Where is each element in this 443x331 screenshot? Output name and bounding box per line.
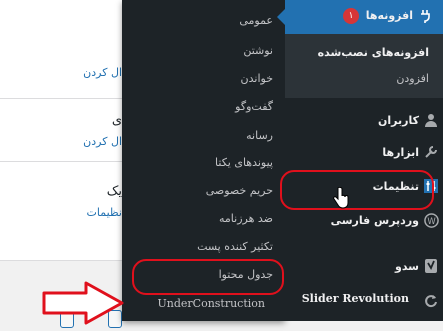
yoast-icon xyxy=(423,258,439,274)
sidebar-item-plugins[interactable]: ۱ افزونه‌ها xyxy=(277,0,443,34)
plugin-card-3: یک نظیمات xyxy=(0,162,128,261)
card-title: ی xyxy=(111,113,122,128)
arrow-icon xyxy=(42,281,124,325)
card-action-link[interactable]: ال کردن xyxy=(83,135,122,148)
hand-cursor-icon xyxy=(333,187,349,209)
flyout-item-discussion[interactable]: گفت‌وگو xyxy=(235,100,273,113)
flyout-item-table-of-contents[interactable]: جدول محتوا xyxy=(219,268,273,281)
wp-icon: W xyxy=(423,212,439,228)
submenu-item-installed-plugins[interactable]: افزونه‌های نصب‌شده xyxy=(318,46,429,59)
admin-sidebar: ۱ افزونه‌ها افزونه‌های نصب‌شده افزودن کا… xyxy=(277,0,443,321)
flyout-item-media[interactable]: رسانه xyxy=(246,129,273,142)
flyout-item-writing[interactable]: نوشتن xyxy=(243,44,273,57)
flyout-item-antispam[interactable]: ضد هرزنامه xyxy=(219,212,273,225)
sidebar-item-tools[interactable]: ابزارها xyxy=(382,146,419,159)
wrench-icon xyxy=(423,144,439,160)
card-action-link[interactable]: نظیمات xyxy=(87,206,122,219)
flyout-item-reading[interactable]: خواندن xyxy=(241,72,273,85)
sidebar-item-label: افزونه‌ها xyxy=(365,9,413,22)
plugins-submenu: افزونه‌های نصب‌شده افزودن xyxy=(285,34,443,98)
sidebar-item-persian-wp[interactable]: وردپرس فارسی xyxy=(331,214,419,227)
submenu-item-add-new[interactable]: افزودن xyxy=(396,72,429,85)
flyout-item-general[interactable]: عمومی xyxy=(239,14,273,27)
svg-text:W: W xyxy=(427,215,436,225)
flyout-item-post-duplicator[interactable]: تکثیر کننده پست xyxy=(197,240,273,253)
card-action-link[interactable]: ال کردن xyxy=(83,66,122,79)
flyout-item-privacy[interactable]: حریم خصوصی xyxy=(206,184,273,197)
flyout-item-underconstruction[interactable]: UnderConstruction xyxy=(157,297,265,310)
user-icon xyxy=(423,112,439,128)
update-count-badge: ۱ xyxy=(343,8,359,24)
card-title: یک xyxy=(106,184,122,199)
plugin-card-1: ال کردن xyxy=(0,0,128,99)
plug-icon xyxy=(419,8,435,24)
sidebar-item-users[interactable]: کاربران xyxy=(378,114,419,127)
settings-flyout-menu: عمومی نوشتن خواندن گفت‌وگو رسانه پیوندها… xyxy=(122,0,285,321)
refresh-icon xyxy=(423,293,439,309)
sidebar-item-slider-revolution[interactable]: Slider Revolution xyxy=(302,292,409,305)
plugin-card-2: ی ال کردن xyxy=(0,99,128,162)
settings-icon xyxy=(423,178,439,194)
sidebar-item-settings[interactable]: تنظیمات xyxy=(373,180,419,193)
flyout-item-permalinks[interactable]: پیوندهای یکتا xyxy=(215,156,273,169)
sidebar-item-seo[interactable]: سدو xyxy=(395,260,419,273)
